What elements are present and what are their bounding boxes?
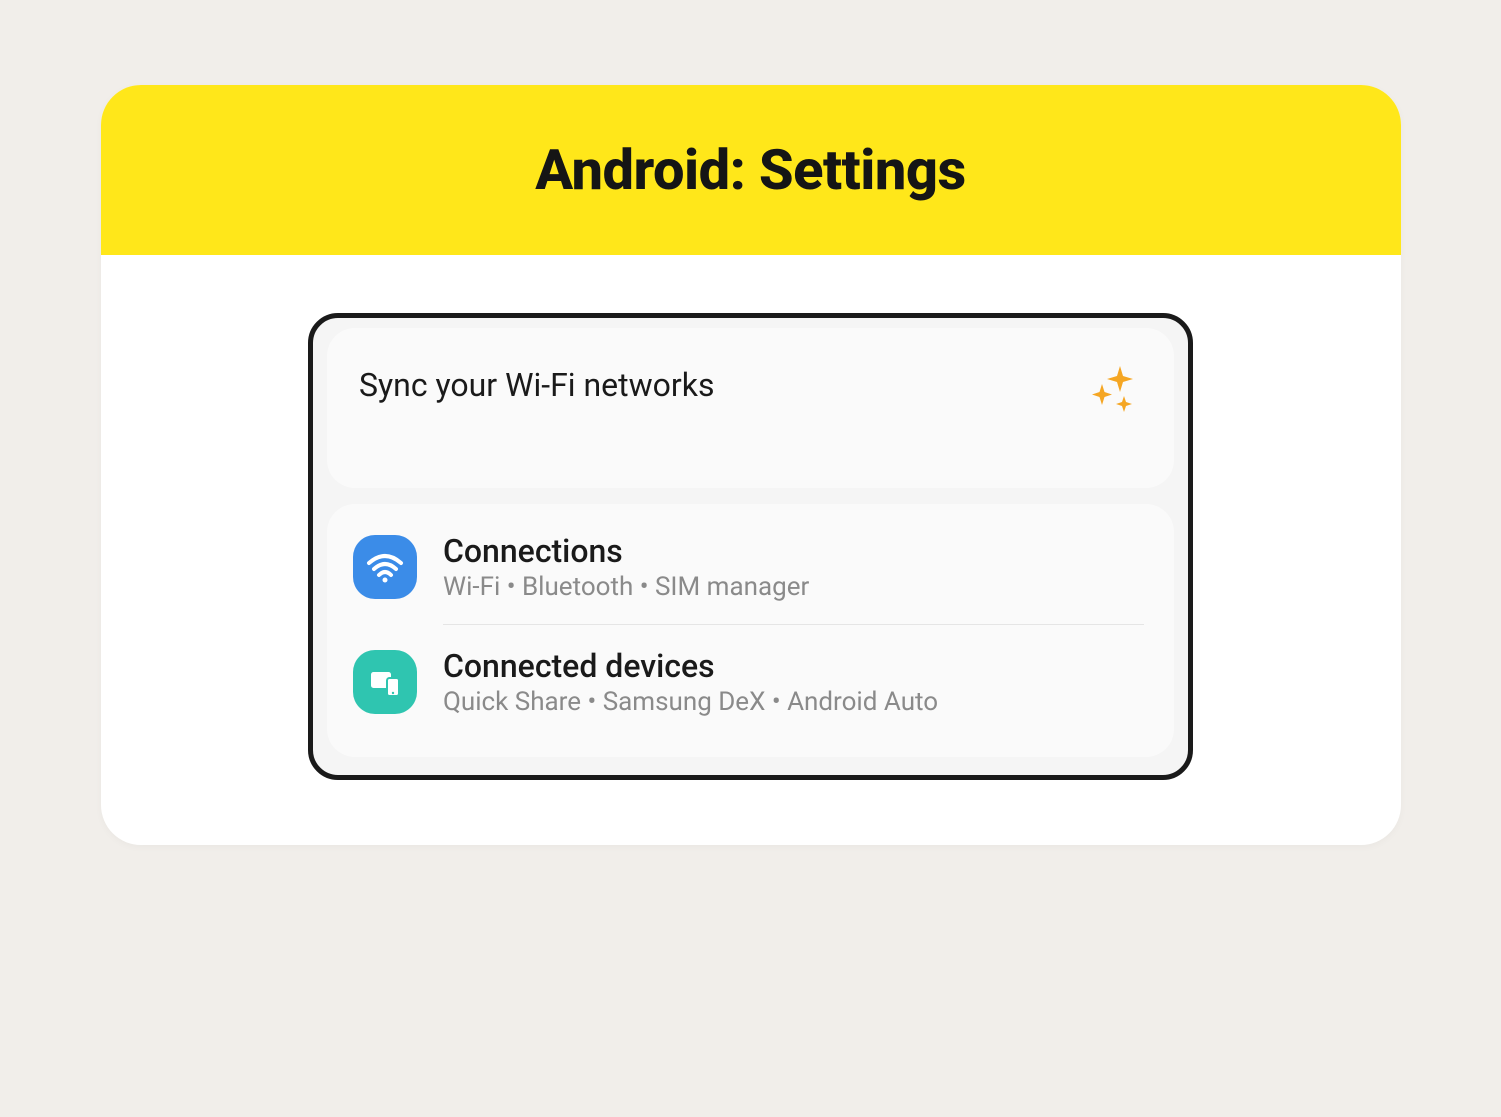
sparkle-icon [1084,362,1140,418]
row-text: Connections Wi-Fi • Bluetooth • SIM mana… [443,532,1144,602]
row-subtitle: Wi-Fi • Bluetooth • SIM manager [443,572,1144,602]
settings-row-connections[interactable]: Connections Wi-Fi • Bluetooth • SIM mana… [327,510,1174,624]
settings-group: Connections Wi-Fi • Bluetooth • SIM mana… [327,504,1174,757]
instruction-card: Android: Settings Sync your Wi-Fi networ… [101,85,1401,845]
promo-text: Sync your Wi-Fi networks [359,362,714,404]
card-content: Sync your Wi-Fi networks [101,255,1401,845]
card-header: Android: Settings [101,85,1401,255]
row-title: Connected devices [443,647,1144,685]
row-title: Connections [443,532,1144,570]
card-title: Android: Settings [535,137,965,203]
sync-wifi-promo[interactable]: Sync your Wi-Fi networks [327,328,1174,488]
row-subtitle: Quick Share • Samsung DeX • Android Auto [443,687,1144,717]
wifi-icon [353,535,417,599]
devices-icon [353,650,417,714]
phone-screenshot-frame: Sync your Wi-Fi networks [308,313,1193,780]
row-text: Connected devices Quick Share • Samsung … [443,647,1144,717]
settings-row-connected-devices[interactable]: Connected devices Quick Share • Samsung … [327,625,1174,739]
